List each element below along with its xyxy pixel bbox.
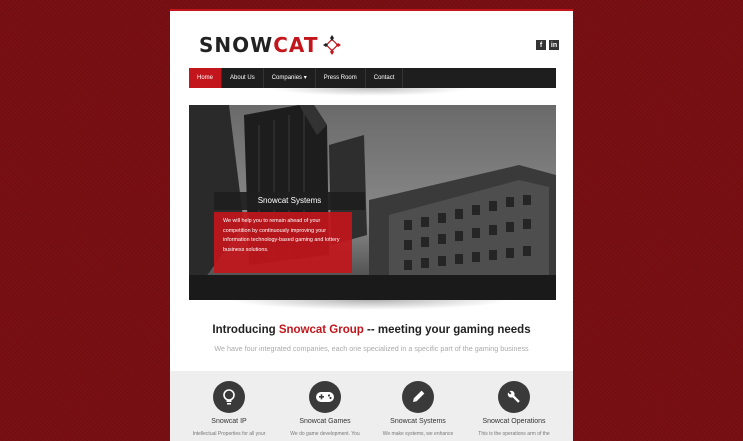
feature-text: We do game development. You [290,431,360,437]
intro-highlight: Snowcat Group [278,324,364,336]
nav-companies-dropdown[interactable]: Companies ▾ [264,68,316,88]
wrench-icon [498,381,530,413]
nav-about-us[interactable]: About Us [222,68,264,88]
hero-shadow [230,300,510,310]
feature-title: Snowcat Operations [482,418,546,425]
social-links: f in [536,40,559,50]
hero-slider[interactable]: Snowcat Systems We will help you to rema… [189,105,556,300]
facebook-icon[interactable]: f [536,40,546,50]
gamepad-icon [309,381,341,413]
main-nav: Home About Us Companies ▾ Press Room Con… [189,68,556,88]
logo-wordmark: SNOWCAT [199,33,319,57]
page-container: SNOWCAT f in Home About Us Companies ▾ P… [170,9,573,441]
feature-title: Snowcat Systems [390,418,446,425]
nav-home[interactable]: Home [189,68,223,88]
slide-caption-title: Snowcat Systems [214,192,365,210]
feature-snowcat-games[interactable]: Snowcat Games We do game development. Yo… [280,381,370,437]
feature-text: We make systems, we enhance [382,431,454,437]
intro-heading: Introducing Snowcat Group -- meeting you… [212,324,531,336]
nav-shadow [270,88,470,96]
snowcat-logo[interactable]: SNOWCAT [199,33,344,57]
intro-subtitle: We have four integrated companies, each … [214,344,529,353]
feature-snowcat-ip[interactable]: Snowcat IP Intellectual Properties for a… [184,381,274,437]
lightbulb-icon [213,381,245,413]
feature-text: This is the operations arm of the [478,431,550,437]
linkedin-icon[interactable]: in [549,40,559,50]
nav-contact[interactable]: Contact [366,68,404,88]
card-suits-icon [320,34,344,56]
pencil-icon [402,381,434,413]
features-section: Snowcat IP Intellectual Properties for a… [170,371,573,441]
feature-title: Snowcat Games [299,418,351,425]
feature-snowcat-operations[interactable]: Snowcat Operations This is the operation… [469,381,559,437]
feature-text: Intellectual Properties for all your [192,431,266,437]
feature-snowcat-systems[interactable]: Snowcat Systems We make systems, we enha… [373,381,463,437]
feature-title: Snowcat IP [211,418,247,425]
nav-press-room[interactable]: Press Room [316,68,366,88]
slide-caption-body: We will help you to remain ahead of your… [214,212,352,273]
